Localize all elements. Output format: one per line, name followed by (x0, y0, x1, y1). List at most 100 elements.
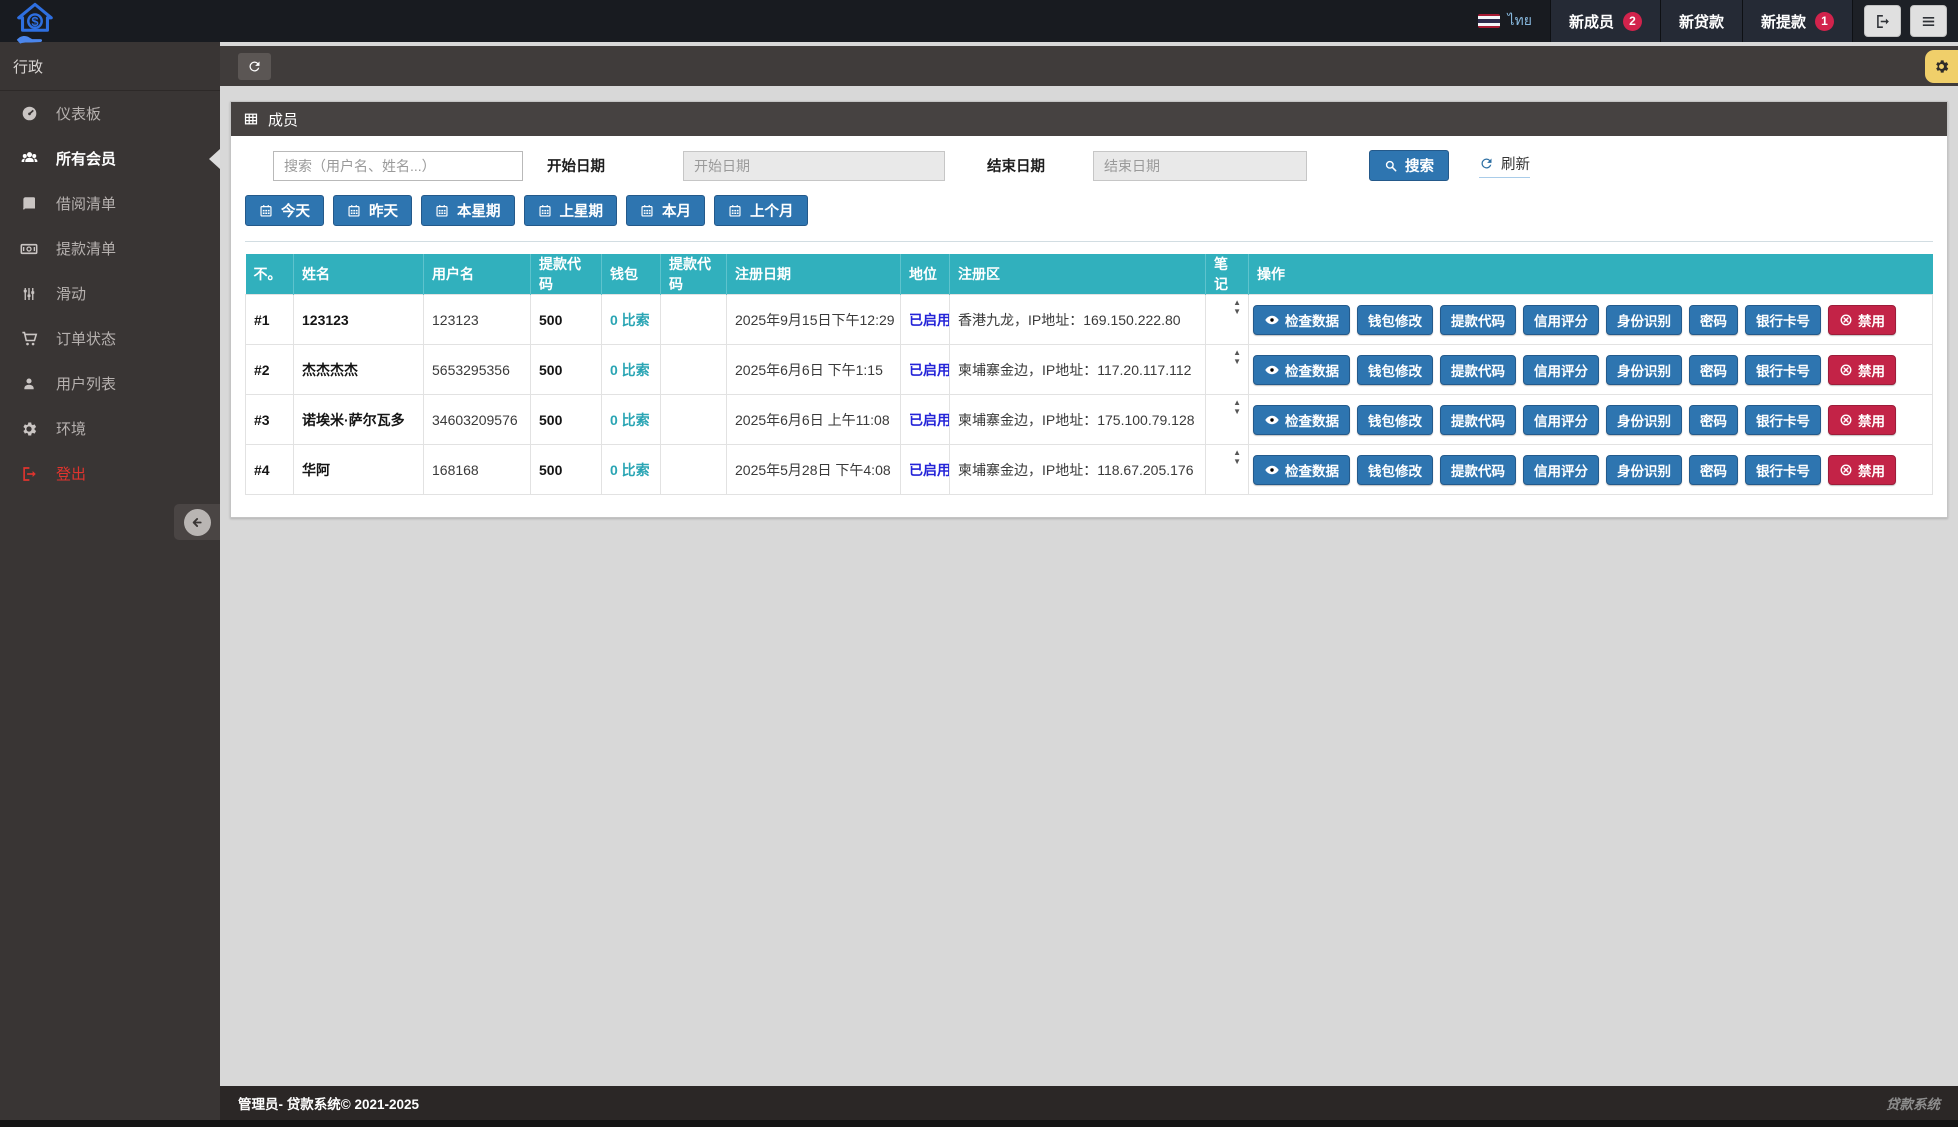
spinner-down-icon[interactable]: ▼ (1233, 408, 1241, 417)
password-button[interactable]: 密码 (1689, 455, 1738, 485)
action-label: 检查数据 (1285, 460, 1339, 480)
disable-button[interactable]: 禁用 (1828, 455, 1896, 485)
user-icon (17, 375, 41, 393)
credit-score-button[interactable]: 信用评分 (1523, 355, 1599, 385)
end-date-input[interactable] (1093, 151, 1307, 181)
table-row: #4 华阿 168168 500 0 比索 2025年5月28日 下午4:08 … (246, 445, 1933, 495)
check-data-button[interactable]: 检查数据 (1253, 405, 1350, 435)
withdraw-code-2-value (661, 345, 727, 395)
panel-header: 成员 (231, 102, 1947, 136)
bank-card-button[interactable]: 银行卡号 (1745, 305, 1821, 335)
settings-flap-button[interactable] (1925, 50, 1958, 83)
password-button[interactable]: 密码 (1689, 305, 1738, 335)
identity-button[interactable]: 身份识别 (1606, 405, 1682, 435)
search-button[interactable]: 搜索 (1369, 150, 1449, 181)
new-members-button[interactable]: 新成员 2 (1550, 0, 1660, 42)
check-data-button[interactable]: 检查数据 (1253, 355, 1350, 385)
bank-card-button[interactable]: 银行卡号 (1745, 405, 1821, 435)
app-logo[interactable]: $ (0, 0, 220, 42)
action-label: 密码 (1700, 410, 1727, 430)
sidebar-item-slides[interactable]: 滑动 (0, 271, 220, 316)
withdraw-code-button[interactable]: 提款代码 (1440, 455, 1516, 485)
sidebar-collapse-button[interactable] (174, 504, 220, 540)
check-data-button[interactable]: 检查数据 (1253, 455, 1350, 485)
disable-button[interactable]: 禁用 (1828, 355, 1896, 385)
check-data-button[interactable]: 检查数据 (1253, 305, 1350, 335)
action-label: 密码 (1700, 360, 1727, 380)
note-spinner[interactable]: ▲▼ (1233, 449, 1241, 467)
column-header-wallet: 钱包 (602, 254, 661, 295)
password-button[interactable]: 密码 (1689, 405, 1738, 435)
action-label: 提款代码 (1451, 310, 1505, 330)
credit-score-button[interactable]: 信用评分 (1523, 455, 1599, 485)
new-withdrawals-button[interactable]: 新提款 1 (1742, 0, 1852, 42)
withdraw-code-button[interactable]: 提款代码 (1440, 405, 1516, 435)
search-input[interactable] (273, 151, 523, 181)
ban-icon (1839, 363, 1853, 377)
action-label: 检查数据 (1285, 360, 1339, 380)
logout-top-button[interactable] (1864, 5, 1901, 37)
eye-icon (1264, 362, 1280, 378)
password-button[interactable]: 密码 (1689, 355, 1738, 385)
actions-wrap: 检查数据 钱包修改提款代码信用评分身份识别密码银行卡号禁用 (1253, 355, 1928, 385)
menu-toggle-button[interactable] (1910, 5, 1947, 37)
content-toolbar (220, 46, 1958, 86)
svg-text:$: $ (31, 14, 38, 29)
wallet-edit-button[interactable]: 钱包修改 (1357, 305, 1433, 335)
spinner-down-icon[interactable]: ▼ (1233, 458, 1241, 467)
start-date-input[interactable] (683, 151, 945, 181)
credit-score-button[interactable]: 信用评分 (1523, 305, 1599, 335)
gear-icon (17, 420, 41, 438)
new-loans-button[interactable]: 新贷款 (1660, 0, 1742, 42)
sidebar-item-withdraw-list[interactable]: 提款清单 (0, 226, 220, 271)
sidebar-item-user-list[interactable]: 用户列表 (0, 361, 220, 406)
refresh-link[interactable]: 刷新 (1479, 153, 1530, 178)
bank-card-button[interactable]: 银行卡号 (1745, 355, 1821, 385)
sidebar-item-label: 仪表板 (56, 103, 101, 124)
identity-button[interactable]: 身份识别 (1606, 305, 1682, 335)
note-spinner[interactable]: ▲▼ (1233, 349, 1241, 367)
disable-button[interactable]: 禁用 (1828, 405, 1896, 435)
navbar-spacer (220, 0, 1460, 42)
quick-this-week-button[interactable]: 本星期 (421, 195, 515, 226)
quick-today-button[interactable]: 今天 (245, 195, 324, 226)
withdraw-code-button[interactable]: 提款代码 (1440, 305, 1516, 335)
register-region-value: 柬埔寨金边，IP地址：118.67.205.176 (950, 445, 1206, 495)
wallet-edit-button[interactable]: 钱包修改 (1357, 405, 1433, 435)
quick-button-label: 昨天 (369, 200, 398, 221)
wallet-edit-button[interactable]: 钱包修改 (1357, 455, 1433, 485)
column-header-register-region: 注册区 (950, 254, 1206, 295)
sidebar-item-order-status[interactable]: 订单状态 (0, 316, 220, 361)
column-header-register-date: 注册日期 (727, 254, 901, 295)
withdraw-code-button[interactable]: 提款代码 (1440, 355, 1516, 385)
sidebar-item-all-members[interactable]: 所有会员 (0, 136, 220, 181)
quick-last-week-button[interactable]: 上星期 (524, 195, 618, 226)
bank-card-button[interactable]: 银行卡号 (1745, 455, 1821, 485)
quick-last-month-button[interactable]: 上个月 (714, 195, 808, 226)
note-spinner[interactable]: ▲▼ (1233, 399, 1241, 417)
disable-button[interactable]: 禁用 (1828, 305, 1896, 335)
actions-cell: 检查数据钱包修改提款代码信用评分身份识别 密码银行卡号禁用 (1249, 395, 1933, 445)
status-badge: 已启用 (901, 345, 950, 395)
sidebar-item-label: 环境 (56, 418, 86, 439)
quick-yesterday-button[interactable]: 昨天 (333, 195, 412, 226)
spinner-down-icon[interactable]: ▼ (1233, 308, 1241, 317)
credit-score-button[interactable]: 信用评分 (1523, 405, 1599, 435)
language-switcher[interactable]: ไทย (1460, 0, 1549, 42)
note-spinner[interactable]: ▲▼ (1233, 299, 1241, 317)
page-refresh-button[interactable] (238, 53, 271, 80)
action-label: 身份识别 (1617, 410, 1671, 430)
sidebar-item-dashboard[interactable]: 仪表板 (0, 91, 220, 136)
sidebar-item-environment[interactable]: 环境 (0, 406, 220, 451)
identity-button[interactable]: 身份识别 (1606, 355, 1682, 385)
sidebar-item-logout[interactable]: 登出 (0, 451, 220, 496)
register-region-value: 柬埔寨金边，IP地址：117.20.117.112 (950, 345, 1206, 395)
action-label: 钱包修改 (1368, 360, 1422, 380)
sidebar-item-loan-list[interactable]: 借阅清单 (0, 181, 220, 226)
wallet-edit-button[interactable]: 钱包修改 (1357, 355, 1433, 385)
spinner-down-icon[interactable]: ▼ (1233, 358, 1241, 367)
exit-icon (1874, 13, 1891, 30)
quick-this-month-button[interactable]: 本月 (626, 195, 705, 226)
identity-button[interactable]: 身份识别 (1606, 455, 1682, 485)
column-header-username: 用户名 (424, 254, 531, 295)
